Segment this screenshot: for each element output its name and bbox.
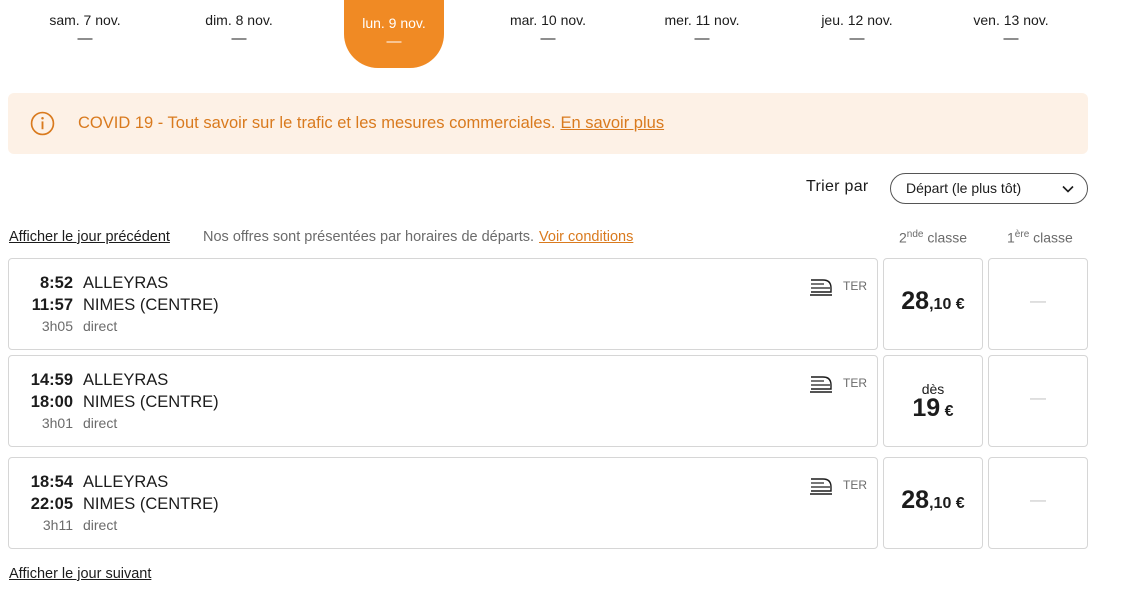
class-word: classe	[927, 229, 968, 246]
date-price: —	[540, 30, 556, 47]
date-label: lun. 9 nov.	[362, 15, 426, 31]
price-currency: €	[955, 495, 965, 512]
date-price: —	[694, 30, 710, 47]
unavailable-price: —	[1030, 492, 1046, 509]
trip-duration: 3h05	[41, 318, 73, 334]
date-price: —	[77, 30, 93, 47]
date-label: ven. 13 nov.	[973, 12, 1049, 28]
destination-station: NIMES (CENTRE)	[83, 296, 219, 314]
class-word: classe	[1033, 229, 1073, 246]
banner-text: COVID 19 - Tout savoir sur le trafic et …	[78, 114, 556, 132]
first-class-price[interactable]: —	[988, 457, 1088, 549]
date-price: —	[849, 30, 865, 47]
class-suffix: nde	[906, 229, 924, 240]
destination-station: NIMES (CENTRE)	[83, 393, 219, 411]
trip-type: direct	[83, 318, 118, 334]
trip-type: direct	[83, 517, 118, 533]
unavailable-price: —	[1030, 293, 1046, 310]
first-class-header: 1ère classe	[1007, 229, 1073, 246]
trip-duration: 3h01	[41, 415, 73, 431]
sort-dropdown[interactable]: Départ (le plus tôt)	[890, 173, 1088, 204]
arrival-time: 18:00	[30, 393, 73, 411]
origin-station: ALLEYRAS	[83, 274, 169, 292]
date-price: —	[1003, 30, 1019, 47]
date-label: sam. 7 nov.	[49, 12, 121, 28]
second-class-price[interactable]: 28,10 €	[883, 258, 983, 350]
price-decimals: ,10	[929, 296, 952, 313]
price-currency: €	[944, 403, 954, 420]
class-suffix: ère	[1014, 229, 1030, 240]
price: 28,10 €	[884, 287, 982, 316]
date-label: mer. 11 nov.	[664, 12, 740, 28]
price-decimals: ,10	[929, 495, 952, 512]
departure-time: 18:54	[30, 473, 73, 491]
destination-station: NIMES (CENTRE)	[83, 495, 219, 513]
date-option[interactable]: mer. 11 nov. —	[652, 0, 752, 68]
sort-value: Départ (le plus tôt)	[906, 180, 1022, 196]
date-selector: sam. 7 nov. — dim. 8 nov. — lun. 9 nov. …	[8, 0, 1088, 70]
date-option[interactable]: ven. 13 nov. —	[961, 0, 1061, 68]
origin-station: ALLEYRAS	[83, 473, 169, 491]
train-type: TER	[843, 279, 867, 293]
first-class-price[interactable]: —	[988, 355, 1088, 447]
price-integer: 28	[901, 287, 930, 315]
departure-time: 14:59	[30, 371, 73, 389]
second-class-price[interactable]: dès 19 €	[883, 355, 983, 447]
date-label: dim. 8 nov.	[205, 12, 273, 28]
trip-card[interactable]: 8:52 11:57 3h05 ALLEYRAS NIMES (CENTRE) …	[8, 258, 878, 350]
date-label: jeu. 12 nov.	[821, 12, 893, 28]
offers-note-text: Nos offres sont présentées par horaires …	[203, 229, 535, 245]
arrival-time: 11:57	[31, 296, 73, 314]
train-type: TER	[843, 376, 867, 390]
train-type: TER	[843, 478, 867, 492]
info-icon	[30, 111, 55, 136]
train-icon	[810, 279, 832, 296]
date-option[interactable]: jeu. 12 nov. —	[807, 0, 907, 68]
next-day-link[interactable]: Afficher le jour suivant	[9, 566, 151, 582]
price-integer: 19	[912, 394, 941, 422]
unavailable-price: —	[1030, 390, 1046, 407]
train-icon	[810, 478, 832, 495]
date-price: —	[231, 30, 247, 47]
train-icon	[810, 376, 832, 393]
date-option[interactable]: sam. 7 nov. —	[35, 0, 135, 68]
second-class-header: 2nde classe	[899, 229, 967, 246]
trip-type: direct	[83, 415, 118, 431]
chevron-down-icon	[1062, 185, 1074, 193]
covid-banner: COVID 19 - Tout savoir sur le trafic et …	[8, 93, 1088, 154]
origin-station: ALLEYRAS	[83, 371, 169, 389]
conditions-link[interactable]: Voir conditions	[539, 229, 633, 245]
class-number: 1	[1007, 229, 1015, 246]
trip-card[interactable]: 18:54 22:05 3h11 ALLEYRAS NIMES (CENTRE)…	[8, 457, 878, 549]
price: 19 €	[884, 394, 982, 423]
sort-label: Trier par	[806, 178, 869, 195]
first-class-price[interactable]: —	[988, 258, 1088, 350]
price-currency: €	[955, 296, 965, 313]
price-integer: 28	[901, 486, 930, 514]
date-option[interactable]: dim. 8 nov. —	[189, 0, 289, 68]
price: 28,10 €	[884, 486, 982, 515]
arrival-time: 22:05	[30, 495, 73, 513]
date-label: mar. 10 nov.	[509, 12, 586, 28]
second-class-price[interactable]: 28,10 €	[883, 457, 983, 549]
trip-duration: 3h11	[42, 517, 73, 533]
offers-note: Nos offres sont présentées par horaires …	[203, 229, 633, 245]
trip-card[interactable]: 14:59 18:00 3h01 ALLEYRAS NIMES (CENTRE)…	[8, 355, 878, 447]
learn-more-link[interactable]: En savoir plus	[560, 114, 664, 132]
date-price: —	[386, 33, 402, 50]
date-option[interactable]: mar. 10 nov. —	[498, 0, 598, 68]
date-option-selected[interactable]: lun. 9 nov. —	[344, 0, 444, 68]
departure-time: 8:52	[39, 274, 73, 292]
banner-message: COVID 19 - Tout savoir sur le trafic et …	[78, 114, 664, 133]
class-number: 2	[899, 229, 907, 246]
previous-day-link[interactable]: Afficher le jour précédent	[9, 229, 170, 245]
